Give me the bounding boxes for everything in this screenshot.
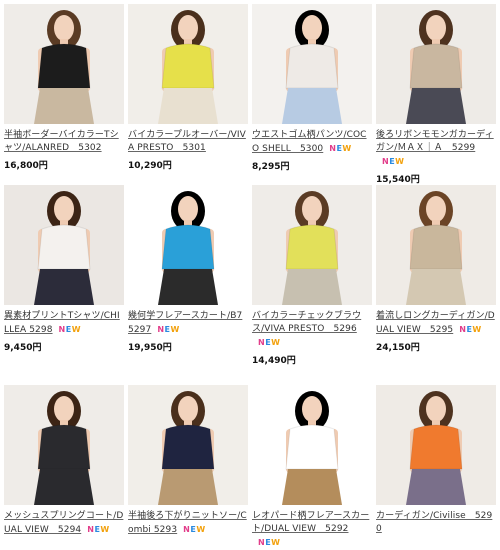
new-badge-letter: W [271, 538, 281, 547]
new-badge-letter: N [58, 325, 66, 334]
product-grid: 半袖ボーダーバイカラーTシャツ/ALANRED 5302 16,800円 バイカラー… [0, 0, 500, 547]
new-badge: NEW [329, 142, 352, 155]
product-card[interactable]: カーディガン/Civilise 5290 [376, 385, 496, 536]
product-card[interactable]: レオパード柄フレアースカート/DUAL VIEW 5292 NEW [252, 385, 372, 550]
product-name-link[interactable]: 後ろリボンモモンガカーディガン/ＭＡＸ｜Ａ 5299 NEW [376, 129, 496, 169]
product-photo[interactable] [4, 185, 124, 305]
product-name-link[interactable]: バイカラープルオーバー/VIVA PRESTO 5301 [128, 129, 248, 155]
new-badge: NEW [459, 323, 482, 336]
product-photo[interactable] [128, 385, 248, 505]
product-photo[interactable] [376, 185, 496, 305]
product-card[interactable]: 後ろリボンモモンガカーディガン/ＭＡＸ｜Ａ 5299 NEW 15,540円 [376, 4, 496, 185]
product-price: 24,150円 [376, 343, 420, 353]
product-photo[interactable] [128, 4, 248, 124]
product-photo[interactable] [4, 385, 124, 505]
product-card[interactable]: 着流しロングカーディガン/DUAL VIEW 5295 NEW 24,150円 [376, 185, 496, 353]
new-badge-letter: W [395, 157, 405, 166]
product-name-link[interactable]: 半袖後ろ下がりニットソー/Combi 5293 NEW [128, 510, 248, 537]
product-name-link[interactable]: 半袖ボーダーバイカラーTシャツ/ALANRED 5302 [4, 129, 124, 155]
product-name[interactable]: カーディガン/Civilise 5290 [376, 511, 492, 534]
product-name[interactable]: バイカラープルオーバー/VIVA PRESTO 5301 [128, 130, 246, 153]
product-price: 9,450円 [4, 343, 42, 353]
product-card[interactable]: 異素材プリントTシャツ/CHILLEA 5298 NEW 9,450円 [4, 185, 124, 353]
product-name-link[interactable]: バイカラーチェックブラウス/VIVA PRESTO 5296 NEW [252, 310, 372, 350]
product-name[interactable]: 半袖ボーダーバイカラーTシャツ/ALANRED 5302 [4, 130, 119, 153]
product-card[interactable]: 半袖後ろ下がりニットソー/Combi 5293 NEW [128, 385, 248, 537]
new-badge-letter: W [71, 325, 82, 334]
product-card[interactable]: メッシュスプリングコート/DUAL VIEW 5294 NEW [4, 385, 124, 537]
product-photo[interactable] [4, 4, 124, 124]
new-badge-letter: N [258, 538, 266, 547]
product-price: 15,540円 [376, 175, 420, 185]
new-badge-letter: W [472, 325, 482, 334]
new-badge-letter: N [157, 325, 165, 334]
product-name-link[interactable]: カーディガン/Civilise 5290 [376, 510, 496, 536]
product-card[interactable]: 幾何学フレアースカート/B7 5297 NEW 19,950円 [128, 185, 248, 353]
new-badge: NEW [59, 323, 82, 336]
product-name-link[interactable]: ウエストゴム柄パンツ/COCO SHELL 5300 NEW [252, 129, 372, 156]
product-name-link[interactable]: 異素材プリントTシャツ/CHILLEA 5298 NEW [4, 310, 124, 337]
product-photo[interactable] [252, 385, 372, 505]
product-name-link[interactable]: レオパード柄フレアースカート/DUAL VIEW 5292 NEW [252, 510, 372, 550]
product-name-link[interactable]: 幾何学フレアースカート/B7 5297 NEW [128, 310, 248, 337]
product-photo[interactable] [128, 185, 248, 305]
product-name[interactable]: バイカラーチェックブラウス/VIVA PRESTO 5296 [252, 311, 361, 334]
product-photo[interactable] [376, 385, 496, 505]
new-badge: NEW [258, 536, 281, 549]
product-name[interactable]: レオパード柄フレアースカート/DUAL VIEW 5292 [252, 511, 369, 534]
product-photo[interactable] [376, 4, 496, 124]
product-name-link[interactable]: 着流しロングカーディガン/DUAL VIEW 5295 NEW [376, 310, 496, 337]
product-name[interactable]: 後ろリボンモモンガカーディガン/ＭＡＸ｜Ａ 5299 [376, 130, 494, 153]
new-badge: NEW [382, 155, 405, 168]
product-price: 14,490円 [252, 356, 296, 366]
product-name[interactable]: 幾何学フレアースカート/B7 5297 [128, 311, 242, 335]
new-badge-letter: W [170, 325, 180, 334]
new-badge: NEW [157, 323, 180, 336]
product-photo[interactable] [252, 185, 372, 305]
product-price: 8,295円 [252, 162, 290, 172]
new-badge-letter: W [342, 144, 352, 153]
product-card[interactable]: ウエストゴム柄パンツ/COCO SHELL 5300 NEW 8,295円 [252, 4, 372, 172]
product-card[interactable]: バイカラープルオーバー/VIVA PRESTO 5301 10,290円 [128, 4, 248, 171]
product-name-link[interactable]: メッシュスプリングコート/DUAL VIEW 5294 NEW [4, 510, 124, 537]
product-price: 19,950円 [128, 343, 172, 353]
product-card[interactable]: 半袖ボーダーバイカラーTシャツ/ALANRED 5302 16,800円 [4, 4, 124, 171]
product-card[interactable]: バイカラーチェックブラウス/VIVA PRESTO 5296 NEW 14,490円 [252, 185, 372, 366]
product-price: 16,800円 [4, 161, 48, 171]
new-badge-letter: W [271, 338, 281, 347]
new-badge: NEW [258, 336, 281, 349]
product-photo[interactable] [252, 4, 372, 124]
product-price: 10,290円 [128, 161, 172, 171]
